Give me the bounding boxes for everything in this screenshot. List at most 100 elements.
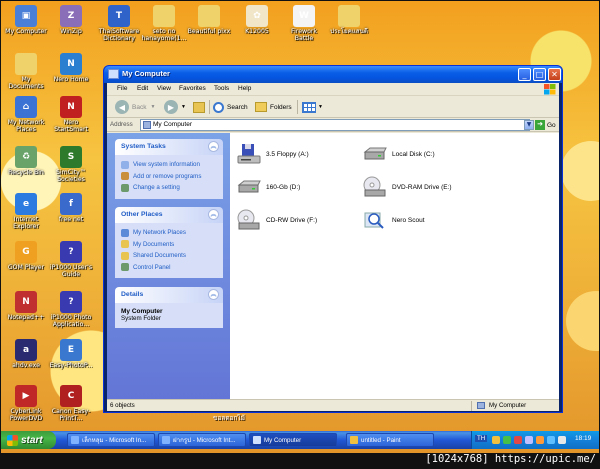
menu-edit[interactable]: Edit <box>137 85 148 92</box>
desktop-icon[interactable]: W Firework Battle <box>281 5 327 42</box>
task-change-setting[interactable]: Change a setting <box>121 182 217 194</box>
desktop-icon[interactable]: ? iP1000 User's Guide <box>48 241 94 278</box>
close-button[interactable]: ✕ <box>548 68 561 81</box>
menu-help[interactable]: Help <box>238 85 251 92</box>
address-dropdown-button[interactable]: ▼ <box>524 120 534 130</box>
search-button[interactable]: Search <box>213 99 248 115</box>
place-shared-documents[interactable]: Shared Documents <box>121 250 217 262</box>
my-computer-window[interactable]: My Computer _ □ ✕ File Edit View Favorit… <box>103 65 563 413</box>
menu-tools[interactable]: Tools <box>214 85 229 92</box>
drive-item-160gb-d[interactable]: 160-Gb (D:) <box>236 172 300 202</box>
desktop-icon[interactable]: N Nero StartSmart <box>48 96 94 133</box>
desktop-icon[interactable]: f free net <box>48 193 94 223</box>
chevron-down-icon: ▼ <box>318 104 323 110</box>
folder-icon <box>255 102 267 112</box>
drive-list: 3.5 Floppy (A:) Local Disk (C:) 160-Gb (… <box>230 133 559 399</box>
menu-file[interactable]: File <box>117 85 127 92</box>
collapse-chevron-icon[interactable]: ︽ <box>208 141 219 152</box>
desktop-icon-label: Firework Battle <box>290 28 317 42</box>
desktop-icon[interactable]: ▣ My Computer <box>3 5 49 35</box>
desktop-icon[interactable]: Beautiful pixx <box>186 5 232 35</box>
desktop-icon[interactable]: My Documents <box>3 53 49 90</box>
folder-up-icon <box>193 101 205 113</box>
other-places-header[interactable]: Other Places ︽ <box>115 207 223 223</box>
desktop-icon[interactable]: N Nero Home <box>48 53 94 83</box>
menu-view[interactable]: View <box>157 85 171 92</box>
go-label: Go <box>547 121 556 129</box>
task-label: Change a setting <box>133 184 180 192</box>
maximize-button[interactable]: □ <box>533 68 546 81</box>
views-button[interactable]: ▼ <box>302 99 323 115</box>
volume-icon[interactable] <box>558 436 566 444</box>
desktop-icon[interactable]: e Internet Explorer <box>3 193 49 230</box>
go-button[interactable]: ➜ Go <box>535 119 556 131</box>
drive-item-nero-scout[interactable]: Nero Scout <box>362 205 425 235</box>
place-my-network-places[interactable]: My Network Places <box>121 227 217 239</box>
desktop-icon[interactable]: G GOM Player <box>3 241 49 271</box>
menu-favorites[interactable]: Favorites <box>179 85 206 92</box>
desktop-icon[interactable]: ประโยคแสนดี <box>326 5 372 35</box>
drive-item-local-disk-c[interactable]: Local Disk (C:) <box>362 139 435 169</box>
desktop-icon[interactable]: N Notepad++ <box>3 291 49 321</box>
desktop: ▣ My Computer Z WinZip T ThaiSoftware Diction… <box>1 1 599 453</box>
tray-app-icon[interactable] <box>503 436 511 444</box>
back-button[interactable]: ◀ Back ▼ <box>115 99 155 115</box>
desktop-icon[interactable]: ▶ CyberLink PowerDVD <box>3 385 49 422</box>
language-indicator[interactable]: TH <box>475 435 488 442</box>
system-tasks-header[interactable]: System Tasks ︽ <box>115 139 223 155</box>
desktop-decoration <box>566 291 599 351</box>
tray-app-icon[interactable] <box>525 436 533 444</box>
drive-item-dvd-ram-e[interactable]: DVD-RAM Drive (E:) <box>362 172 452 202</box>
taskbar-item-my-computer[interactable]: My Computer <box>249 433 337 447</box>
search-icon <box>213 101 224 113</box>
collapse-chevron-icon[interactable]: ︽ <box>208 209 219 220</box>
desktop-icon[interactable]: T ThaiSoftware Dictionary <box>96 5 142 42</box>
task-pane: System Tasks ︽ View system information A… <box>107 133 230 399</box>
drive-name: Nero Scout <box>392 216 425 224</box>
address-bar: Address My Computer ▼ ➜ Go <box>107 118 559 132</box>
address-field[interactable]: My Computer <box>140 119 530 131</box>
up-folder-button[interactable] <box>193 99 205 115</box>
desktop-icon[interactable]: ♻ Recycle Bin <box>3 146 49 176</box>
tray-app-icon[interactable] <box>514 436 522 444</box>
desktop-icon[interactable]: a ahdv.exe <box>3 339 49 369</box>
taskbar-item-paint[interactable]: untitled - Paint <box>346 433 434 447</box>
taskbar-item-ie-1[interactable]: เล็กหลุม - Microsoft In... <box>67 433 155 447</box>
place-control-panel[interactable]: Control Panel <box>121 262 217 274</box>
task-add-remove-programs[interactable]: Add or remove programs <box>121 171 217 183</box>
task-label: View system information <box>133 161 200 169</box>
drive-item-floppy[interactable]: 3.5 Floppy (A:) <box>236 139 309 169</box>
drive-item-cd-rw-f[interactable]: CD-RW Drive (F:) <box>236 205 317 235</box>
desktop-icon[interactable]: ✿ K12005 <box>234 5 280 35</box>
tray-app-icon[interactable] <box>536 436 544 444</box>
desktop-icon[interactable]: ⌂ My Network Places <box>3 96 49 133</box>
start-button[interactable]: start <box>1 431 56 449</box>
desktop-label-thai[interactable]: ขอลดอกไม้ <box>213 413 245 423</box>
start-label: start <box>21 434 43 446</box>
desktop-icon[interactable]: E Easy-PhotoP... <box>48 339 94 369</box>
tray-app-icon[interactable] <box>547 436 555 444</box>
desktop-icon[interactable]: ? iP1000 Photo Applicatio... <box>48 291 94 328</box>
desktop-icon[interactable]: seto no hanayome(1... <box>141 5 187 42</box>
collapse-chevron-icon[interactable]: ︽ <box>208 289 219 300</box>
place-my-documents[interactable]: My Documents <box>121 239 217 251</box>
desktop-app-icon: T <box>108 5 130 27</box>
nero-scout-icon <box>364 212 384 229</box>
taskbar-item-ie-2[interactable]: ฝากรูป - Microsoft Int... <box>158 433 246 447</box>
desktop-app-icon <box>198 5 220 27</box>
tray-app-icon[interactable] <box>492 436 500 444</box>
desktop-icon[interactable]: C Canon Easy-PrintT... <box>48 385 94 422</box>
title-bar[interactable]: My Computer _ □ ✕ <box>104 66 562 83</box>
details-header[interactable]: Details ︽ <box>115 287 223 303</box>
clock[interactable]: 18:19 <box>575 435 591 442</box>
forward-button[interactable]: ▶ ▼ <box>164 99 186 115</box>
desktop-app-icon: ▣ <box>15 5 37 27</box>
desktop-decoration <box>561 141 599 201</box>
minimize-button[interactable]: _ <box>518 68 531 81</box>
desktop-icon[interactable]: Z WinZip <box>48 5 94 35</box>
taskbar-item-label: untitled - Paint <box>361 436 401 444</box>
folders-button[interactable]: Folders <box>255 99 292 115</box>
desktop-icon[interactable]: S SimCity™ Societies <box>48 146 94 183</box>
forward-arrow-icon: ▶ <box>164 100 178 114</box>
task-view-system-information[interactable]: View system information <box>121 159 217 171</box>
